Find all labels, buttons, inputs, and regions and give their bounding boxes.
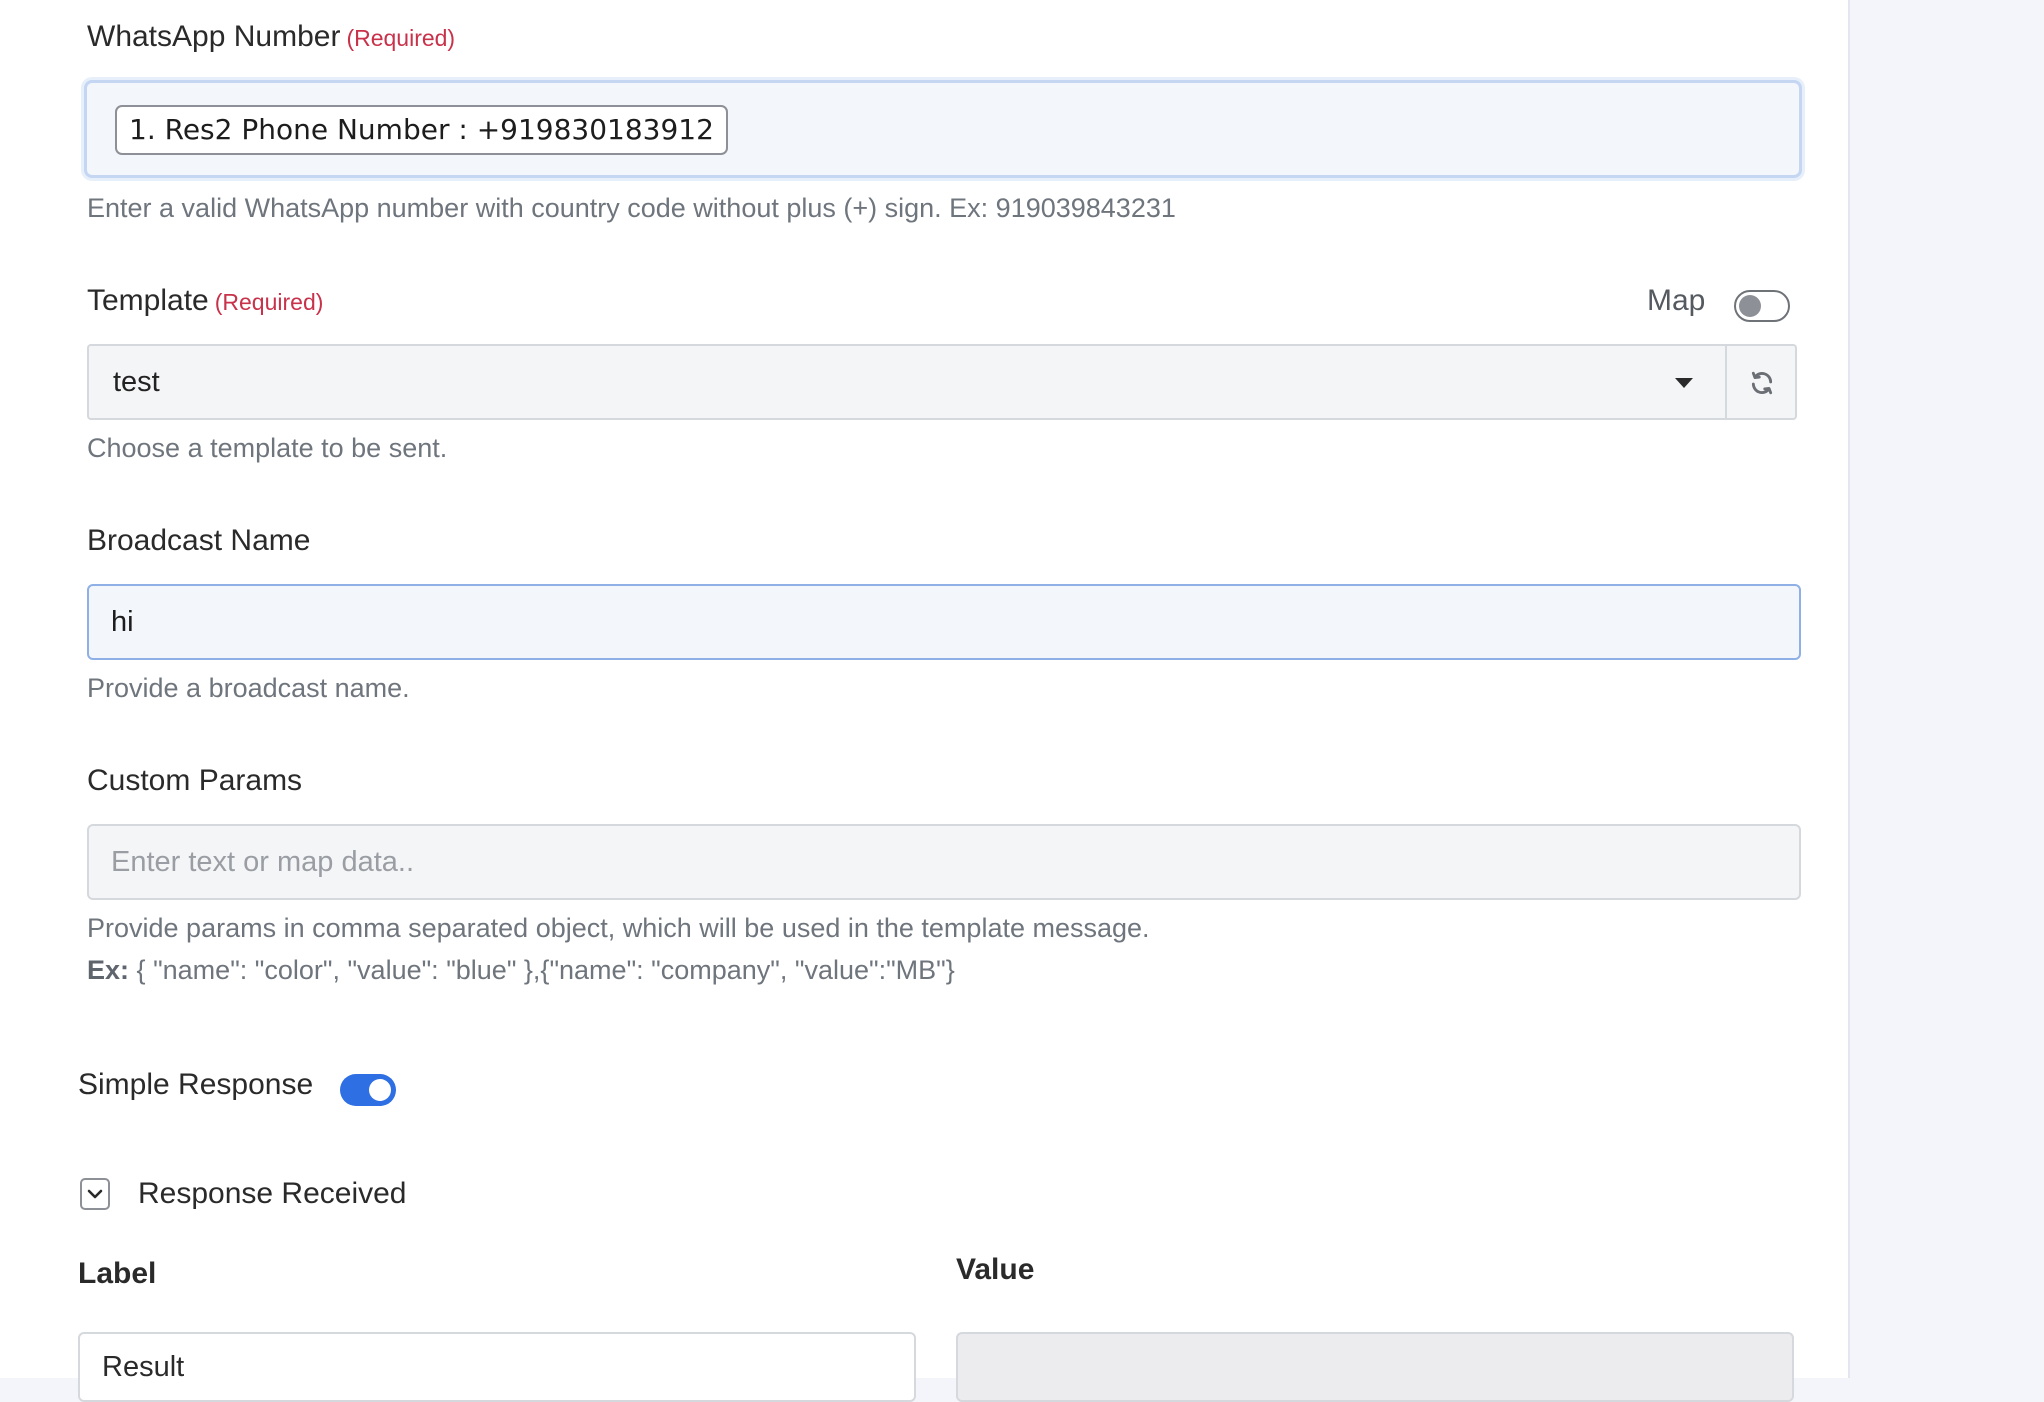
mapped-phone-chip[interactable]: 1. Res2 Phone Number : +919830183912 (115, 105, 728, 155)
simple-response-label: Simple Response (78, 1068, 314, 1101)
whatsapp-number-field[interactable]: 1. Res2 Phone Number : +919830183912 (84, 80, 1802, 178)
refresh-icon (1751, 371, 1773, 395)
template-label: Template (Required) (87, 284, 323, 318)
chevron-down-icon (87, 1189, 103, 1199)
map-toggle-knob (1739, 295, 1761, 317)
response-label-input[interactable] (78, 1332, 916, 1402)
simple-response-toggle-knob (369, 1079, 391, 1101)
form-panel: WhatsApp Number (Required) 1. Res2 Phone … (0, 0, 1850, 1402)
template-help: Choose a template to be sent. (87, 433, 448, 463)
map-label: Map (1647, 284, 1706, 317)
caret-down-icon (1675, 378, 1693, 388)
template-select[interactable]: test (87, 344, 1727, 420)
collapse-toggle[interactable] (80, 1178, 110, 1210)
response-received-label: Response Received (138, 1177, 407, 1210)
whatsapp-label: WhatsApp Number (Required) (87, 20, 455, 54)
custom-params-input[interactable] (87, 824, 1801, 900)
template-label-text: Template (87, 284, 209, 317)
custom-params-label: Custom Params (87, 764, 303, 797)
refresh-templates-button[interactable] (1727, 344, 1797, 420)
required-marker: (Required) (346, 25, 456, 51)
map-toggle[interactable] (1734, 290, 1790, 322)
simple-response-toggle[interactable] (340, 1074, 396, 1106)
whatsapp-label-text: WhatsApp Number (87, 20, 341, 53)
custom-params-example: Ex: { "name": "color", "value": "blue" }… (87, 955, 955, 986)
broadcast-help: Provide a broadcast name. (87, 673, 410, 703)
template-selected-value: test (113, 366, 160, 398)
example-prefix: Ex: (87, 955, 130, 985)
required-marker: (Required) (214, 289, 324, 315)
broadcast-name-label: Broadcast Name (87, 524, 311, 557)
whatsapp-help: Enter a valid WhatsApp number with count… (87, 193, 1176, 223)
broadcast-name-input[interactable] (87, 584, 1801, 660)
example-text: { "name": "color", "value": "blue" },{"n… (136, 955, 955, 985)
value-column-header: Value (956, 1253, 1035, 1286)
custom-params-help: Provide params in comma separated object… (87, 913, 1150, 943)
response-value-field (956, 1332, 1794, 1402)
label-column-header: Label (78, 1257, 157, 1290)
